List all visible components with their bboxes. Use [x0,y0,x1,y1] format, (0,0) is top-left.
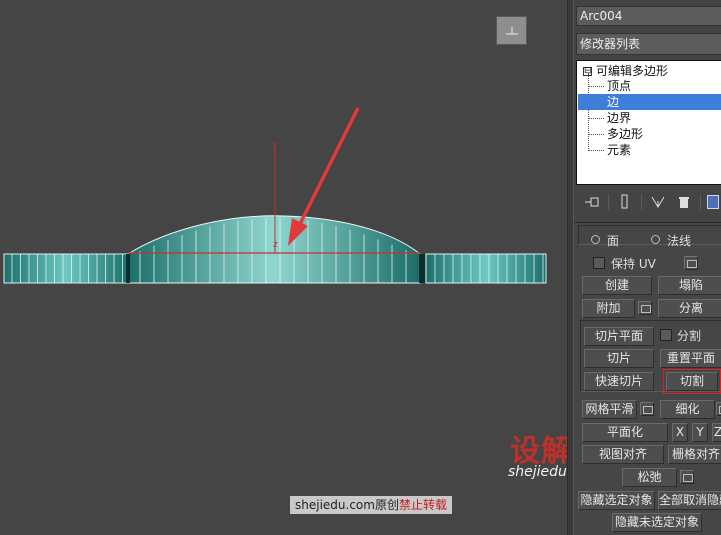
stack-toolbar [576,190,721,214]
relax-button[interactable]: 松弛 [622,468,677,487]
split-checkbox[interactable] [660,329,672,341]
preserve-uv-label: 保持 UV [611,257,656,271]
radio-normal[interactable] [651,235,660,244]
axis-z-label: z [273,240,278,250]
hide-unselected-button[interactable]: 隐藏未选定对象 [612,513,702,532]
stack-item-border[interactable]: 边界 [607,110,721,126]
meshsmooth-button[interactable]: 网格平滑 [582,400,637,419]
preserve-uv-settings-icon[interactable] [684,256,698,270]
slice-button[interactable]: 切片 [584,349,654,368]
configure-modifier-sets-icon[interactable] [707,195,719,209]
watermark-notice: shejiedu.com原创禁止转载 [290,496,452,514]
modifier-list-dropdown[interactable]: 修改器列表 [576,33,721,55]
label-normal: 法线 [667,234,692,248]
perspective-viewport[interactable]: y z 设解读 shejiedu.com shejiedu.com原创禁止转载 [0,0,602,535]
hide-selected-button[interactable]: 隐藏选定对象 [578,491,655,510]
seam-left [126,254,130,283]
edit-geometry-rollout: 面 法线 保持 UV 创建 塌陷 附加 分离 切片平面 分割 切片 重置平面 快… [574,222,721,535]
toolbar-separator [608,194,609,210]
constraint-group [578,225,721,245]
show-end-result-icon[interactable] [615,192,635,212]
stack-root-label: 可编辑多边形 [596,64,669,78]
tree-branch [588,86,604,87]
mesh-left-slab[interactable] [3,253,129,284]
cut-button[interactable]: 切割 [663,369,721,394]
pin-stack-icon[interactable] [582,192,602,212]
label-face: 面 [607,234,620,248]
unhide-all-button[interactable]: 全部取消隐藏 [658,491,721,510]
make-planar-z-button[interactable]: Z [712,423,721,442]
command-panel: Arc004 修改器列表 ⊟ 可编辑多边形 顶点 边 边界 多边形 元素 面 法… [574,0,721,535]
watermark-forbid: 禁止转载 [398,498,447,512]
make-planar-x-button[interactable]: X [672,423,688,442]
collapse-button[interactable]: 塌陷 [658,276,721,295]
panel-splitter[interactable] [567,0,574,535]
modifier-stack[interactable]: ⊟ 可编辑多边形 顶点 边 边界 多边形 元素 [576,60,721,185]
tessellate-button[interactable]: 细化 [660,400,715,419]
relax-settings-icon[interactable] [680,470,694,484]
collapse-toggle-icon[interactable]: ⊟ [583,67,592,76]
toolbar-separator [641,194,642,210]
stack-item-element[interactable]: 元素 [607,142,721,158]
reset-plane-button[interactable]: 重置平面 [660,349,721,368]
viewcube-icon[interactable] [496,16,527,45]
quickslice-button[interactable]: 快速切片 [584,372,654,391]
stack-item-polygon[interactable]: 多边形 [607,126,721,142]
seam-right [419,254,425,283]
tree-branch [588,150,604,151]
remove-modifier-icon[interactable] [674,192,694,212]
make-unique-icon[interactable] [648,192,668,212]
detach-button[interactable]: 分离 [658,299,721,318]
make-planar-y-button[interactable]: Y [692,423,708,442]
grid-align-button[interactable]: 栅格对齐 [668,445,721,464]
stack-tree-line [588,73,589,151]
stack-root-item[interactable]: ⊟ 可编辑多边形 [583,63,668,79]
view-align-button[interactable]: 视图对齐 [582,445,664,464]
attach-button[interactable]: 附加 [582,299,635,318]
viewport-canvas[interactable]: y z [0,0,567,535]
watermark-text: shejiedu.com原创 [295,498,399,512]
create-button[interactable]: 创建 [582,276,652,295]
stack-item-edge[interactable]: 边 [578,94,721,110]
preserve-uv-checkbox[interactable] [593,257,605,269]
axis-y-label: y [272,140,278,150]
radio-face[interactable] [591,235,600,244]
tree-branch [588,134,604,135]
slice-plane-button[interactable]: 切片平面 [584,327,654,346]
attach-settings-icon[interactable] [638,301,652,315]
make-planar-button[interactable]: 平面化 [582,423,668,442]
tree-branch [588,118,604,119]
toolbar-separator [700,194,701,210]
stack-item-vertex[interactable]: 顶点 [607,78,721,94]
split-label: 分割 [677,329,702,343]
meshsmooth-settings-icon[interactable] [640,402,654,416]
object-name-field[interactable]: Arc004 [576,6,721,26]
tessellate-settings-icon[interactable] [716,402,721,416]
